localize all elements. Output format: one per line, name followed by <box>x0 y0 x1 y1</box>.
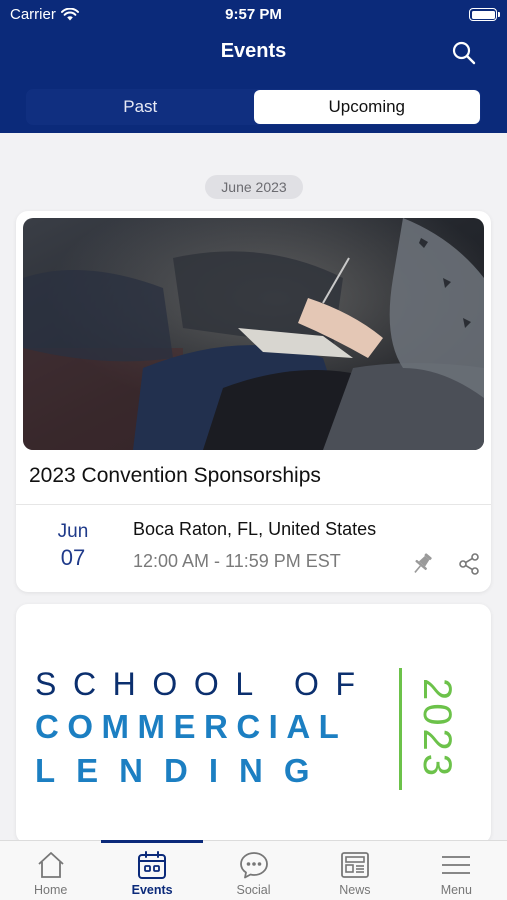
calendar-icon <box>138 851 167 879</box>
status-time: 9:57 PM <box>225 6 282 23</box>
tab-social[interactable]: Social <box>203 841 304 900</box>
logo-divider <box>399 668 402 790</box>
tab-label: Menu <box>440 883 472 897</box>
event-date-month: Jun <box>57 521 89 542</box>
tab-news[interactable]: News <box>304 841 405 900</box>
event-title: 2023 Convention Sponsorships <box>29 464 321 487</box>
tab-home[interactable]: Home <box>0 841 101 900</box>
logo-line-1: SCHOOL OF <box>35 666 372 702</box>
tab-bar: Home Events Social News Menu <box>0 840 507 900</box>
segment-upcoming[interactable]: Upcoming <box>253 90 480 124</box>
events-segment-control: Past Upcoming <box>26 89 481 125</box>
status-bar: Carrier 9:57 PM <box>0 0 507 30</box>
promo-card[interactable]: SCHOOL OF COMMERCIAL LENDING 2023 <box>16 604 491 844</box>
header: Carrier 9:57 PM Events Past Upcoming <box>0 0 507 133</box>
event-location: Boca Raton, FL, United States <box>133 519 377 539</box>
tab-label: Social <box>236 883 271 897</box>
event-image <box>23 218 484 450</box>
pin-icon[interactable] <box>410 551 434 577</box>
screen: Carrier 9:57 PM Events Past Upcoming Jun… <box>0 0 507 900</box>
card-divider <box>16 504 491 505</box>
month-section-label: June 2023 <box>205 175 303 199</box>
tab-events[interactable]: Events <box>101 840 204 900</box>
tab-label: Home <box>34 883 68 897</box>
event-date-day: 07 <box>60 545 86 570</box>
tab-menu[interactable]: Menu <box>406 841 507 900</box>
tab-label: Events <box>131 883 173 897</box>
school-of-commercial-lending-logo: SCHOOL OF COMMERCIAL LENDING 2023 <box>35 666 465 791</box>
event-card[interactable]: 2023 Convention Sponsorships Jun 07 Boca… <box>16 211 491 592</box>
chat-bubble-icon <box>239 852 268 879</box>
hamburger-icon <box>442 856 471 874</box>
logo-line-2: COMMERCIAL <box>35 708 348 745</box>
tab-label: News <box>339 883 371 897</box>
page-title: Events <box>220 40 287 62</box>
segment-past[interactable]: Past <box>27 90 254 124</box>
newspaper-icon <box>341 852 369 878</box>
battery-icon <box>469 8 500 21</box>
share-icon[interactable] <box>457 552 481 576</box>
event-time: 12:00 AM - 11:59 PM EST <box>133 551 341 571</box>
logo-line-3: LENDING <box>35 752 331 789</box>
logo-year: 2023 <box>414 677 459 779</box>
search-icon[interactable] <box>451 40 477 66</box>
home-icon <box>38 852 64 878</box>
